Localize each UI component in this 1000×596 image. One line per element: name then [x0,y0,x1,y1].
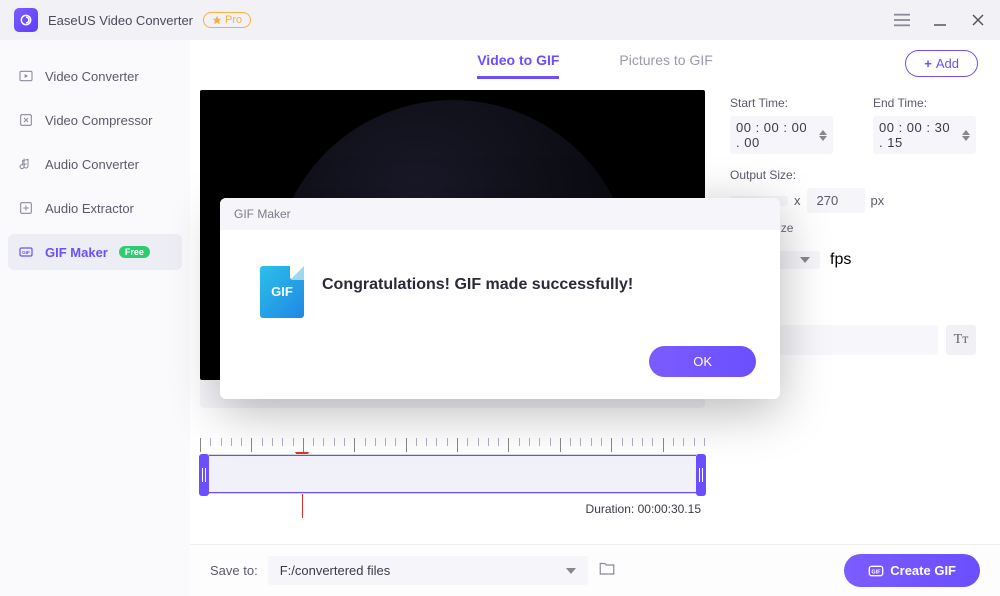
success-dialog: GIF Maker GIF Congratulations! GIF made … [220,198,780,399]
dialog-title: GIF Maker [220,198,780,230]
gif-file-icon: GIF [260,266,304,318]
dialog-message: Congratulations! GIF made successfully! [322,266,633,294]
modal-overlay: GIF Maker GIF Congratulations! GIF made … [0,0,1000,596]
ok-button[interactable]: OK [649,346,756,377]
